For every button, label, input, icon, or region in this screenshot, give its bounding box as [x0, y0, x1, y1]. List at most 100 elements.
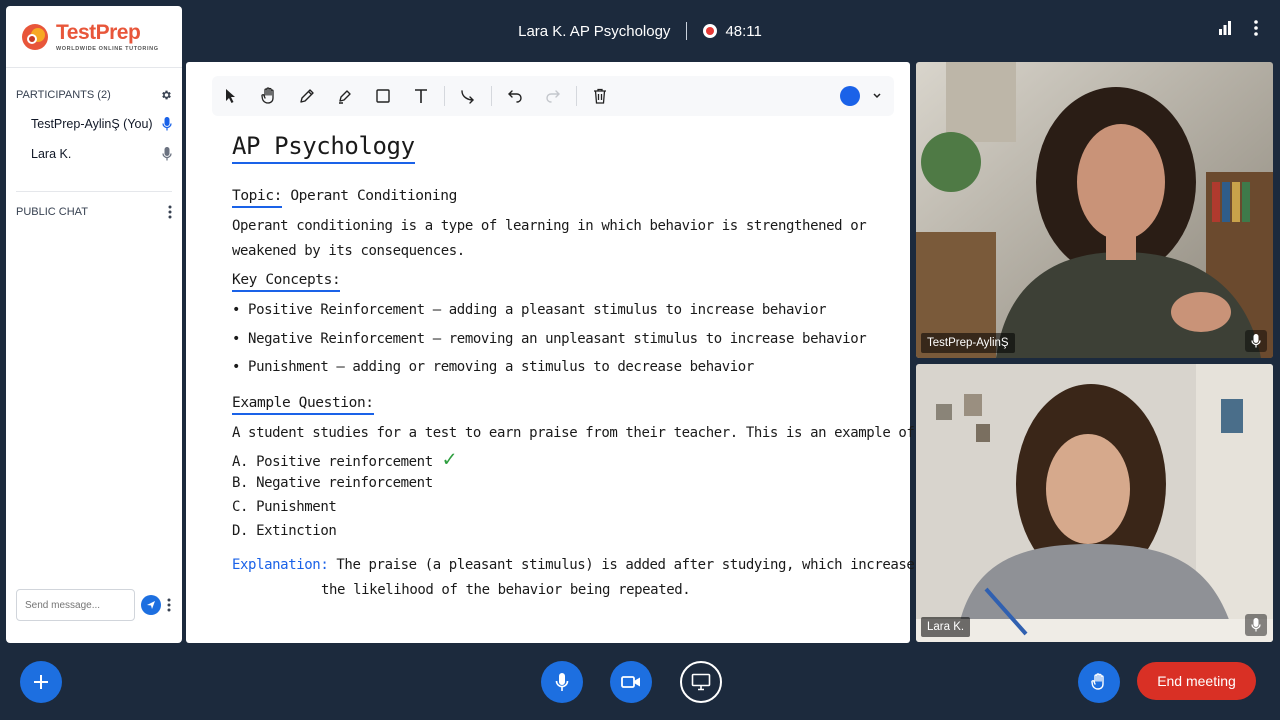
chat-header: PUBLIC CHAT: [6, 202, 182, 222]
add-action-button[interactable]: [20, 661, 62, 703]
sidebar: TestPrep WORLDWIDE ONLINE TUTORING PARTI…: [6, 6, 182, 643]
logo-mark-icon: [22, 23, 48, 50]
explanation-line-1: Explanation: The praise (a pleasant stim…: [232, 557, 923, 573]
mic-icon: [1245, 330, 1267, 352]
toolbar-divider: [444, 86, 445, 106]
highlighter-icon: [339, 90, 351, 104]
mic-icon: [1245, 614, 1267, 636]
more-vert-icon[interactable]: [168, 205, 172, 219]
highlighter-tool-button[interactable]: [326, 77, 364, 115]
cursor-icon: [226, 89, 235, 103]
tutor-video-feed: [916, 62, 1273, 358]
option-a-text: A. Positive reinforcement: [232, 454, 433, 470]
meeting-header: Lara K. AP Psychology 48:11: [0, 20, 1280, 42]
key-concepts-label: Key Concepts:: [232, 272, 341, 292]
option-c: C. Punishment: [232, 499, 337, 515]
header-divider: [686, 22, 688, 40]
connector-tool-button[interactable]: [449, 77, 487, 115]
screen-share-button[interactable]: [680, 661, 722, 703]
end-meeting-button[interactable]: End meeting: [1137, 662, 1256, 700]
select-tool-button[interactable]: [212, 77, 250, 115]
microphone-icon: [555, 673, 569, 691]
plus-icon: [34, 675, 48, 689]
undo-icon: [508, 90, 522, 103]
brand-name: TestPrep: [56, 20, 141, 44]
recording-icon: [703, 24, 718, 38]
meeting-title: Lara K. AP Psychology: [518, 22, 671, 40]
redo-button[interactable]: [534, 77, 572, 115]
option-a: A. Positive reinforcement ✓: [232, 447, 456, 472]
signal-bars-icon[interactable]: [1218, 21, 1232, 40]
chevron-down-icon[interactable]: [872, 88, 882, 109]
rectangle-tool-button[interactable]: [364, 77, 402, 115]
board-title-text: AP Psychology: [232, 132, 415, 164]
connector-icon: [461, 90, 474, 104]
delete-button[interactable]: [581, 77, 619, 115]
board-title: AP Psychology: [232, 132, 415, 164]
video-tile-student[interactable]: Lara K.: [916, 364, 1273, 642]
question-text: A student studies for a test to earn pra…: [232, 425, 923, 441]
monitor-icon: [691, 673, 711, 691]
raise-hand-button[interactable]: [1078, 661, 1120, 703]
participant-name: Lara K.: [31, 147, 72, 161]
square-icon: [376, 89, 390, 103]
header-actions: [1218, 20, 1258, 41]
whiteboard[interactable]: AP Psychology Topic: Operant Conditionin…: [186, 62, 923, 643]
option-d: D. Extinction: [232, 523, 337, 539]
example-heading: Example Question:: [232, 395, 374, 415]
participant-row[interactable]: Lara K.: [6, 139, 182, 169]
example-label: Example Question:: [232, 395, 374, 415]
microphone-button[interactable]: [541, 661, 583, 703]
camera-button[interactable]: [610, 661, 652, 703]
participants-title: PARTICIPANTS (2): [16, 89, 111, 101]
option-b: B. Negative reinforcement: [232, 475, 433, 491]
meeting-timer: 48:11: [725, 22, 762, 40]
concept-item: • Negative Reinforcement — removing an u…: [232, 331, 867, 347]
student-video-feed: [916, 364, 1273, 642]
topic-line: Topic: Operant Conditioning: [232, 188, 457, 208]
pen-color-swatch[interactable]: [840, 86, 860, 106]
toolbar-divider: [576, 86, 577, 106]
key-concepts-heading: Key Concepts:: [232, 272, 341, 292]
undo-button[interactable]: [496, 77, 534, 115]
text-icon: [415, 89, 427, 103]
video-camera-icon: [621, 676, 640, 688]
trash-icon: [594, 88, 606, 104]
brand-tagline: WORLDWIDE ONLINE TUTORING: [56, 45, 159, 52]
concept-item: • Positive Reinforcement — adding a plea…: [232, 302, 827, 318]
chat-composer: [16, 589, 171, 621]
definition-line-1: Operant conditioning is a type of learni…: [232, 218, 867, 234]
send-button[interactable]: [141, 595, 161, 615]
brand-logo: TestPrep WORLDWIDE ONLINE TUTORING: [6, 6, 182, 68]
mic-active-icon: [162, 117, 172, 131]
hand-icon: [261, 87, 274, 104]
gear-icon[interactable]: [160, 89, 172, 101]
whiteboard-toolbar: [212, 76, 894, 116]
chat-message-input[interactable]: [16, 589, 135, 621]
redo-icon: [546, 90, 560, 103]
more-vert-icon[interactable]: [167, 598, 171, 612]
topic-label: Topic:: [232, 188, 282, 208]
send-icon: [147, 601, 155, 609]
student-name-label: Lara K.: [921, 617, 971, 637]
hand-tool-button[interactable]: [250, 77, 288, 115]
more-vert-icon[interactable]: [1254, 20, 1258, 41]
raise-hand-icon: [1091, 673, 1104, 690]
tutor-name-label: TestPrep-AylinŞ: [921, 333, 1015, 353]
pen-tool-button[interactable]: [288, 77, 326, 115]
explanation-line-2: the likelihood of the behavior being rep…: [321, 582, 691, 598]
chat-title: PUBLIC CHAT: [16, 206, 88, 218]
toolbar-divider: [491, 86, 492, 106]
mic-icon: [162, 147, 172, 161]
definition-line-2: weakened by its consequences.: [232, 243, 465, 259]
explanation-label: Explanation:: [232, 557, 329, 573]
check-icon: ✓: [442, 447, 456, 472]
video-tile-tutor[interactable]: TestPrep-AylinŞ: [916, 62, 1273, 358]
pencil-icon: [300, 89, 314, 103]
topic-text: Operant Conditioning: [290, 188, 457, 204]
participant-row[interactable]: TestPrep-AylinŞ (You): [6, 109, 182, 139]
concept-item: • Punishment — adding or removing a stim…: [232, 359, 754, 375]
text-tool-button[interactable]: [402, 77, 440, 115]
participant-name: TestPrep-AylinŞ (You): [31, 117, 153, 131]
explanation-text-1: The praise (a pleasant stimulus) is adde…: [336, 557, 923, 573]
